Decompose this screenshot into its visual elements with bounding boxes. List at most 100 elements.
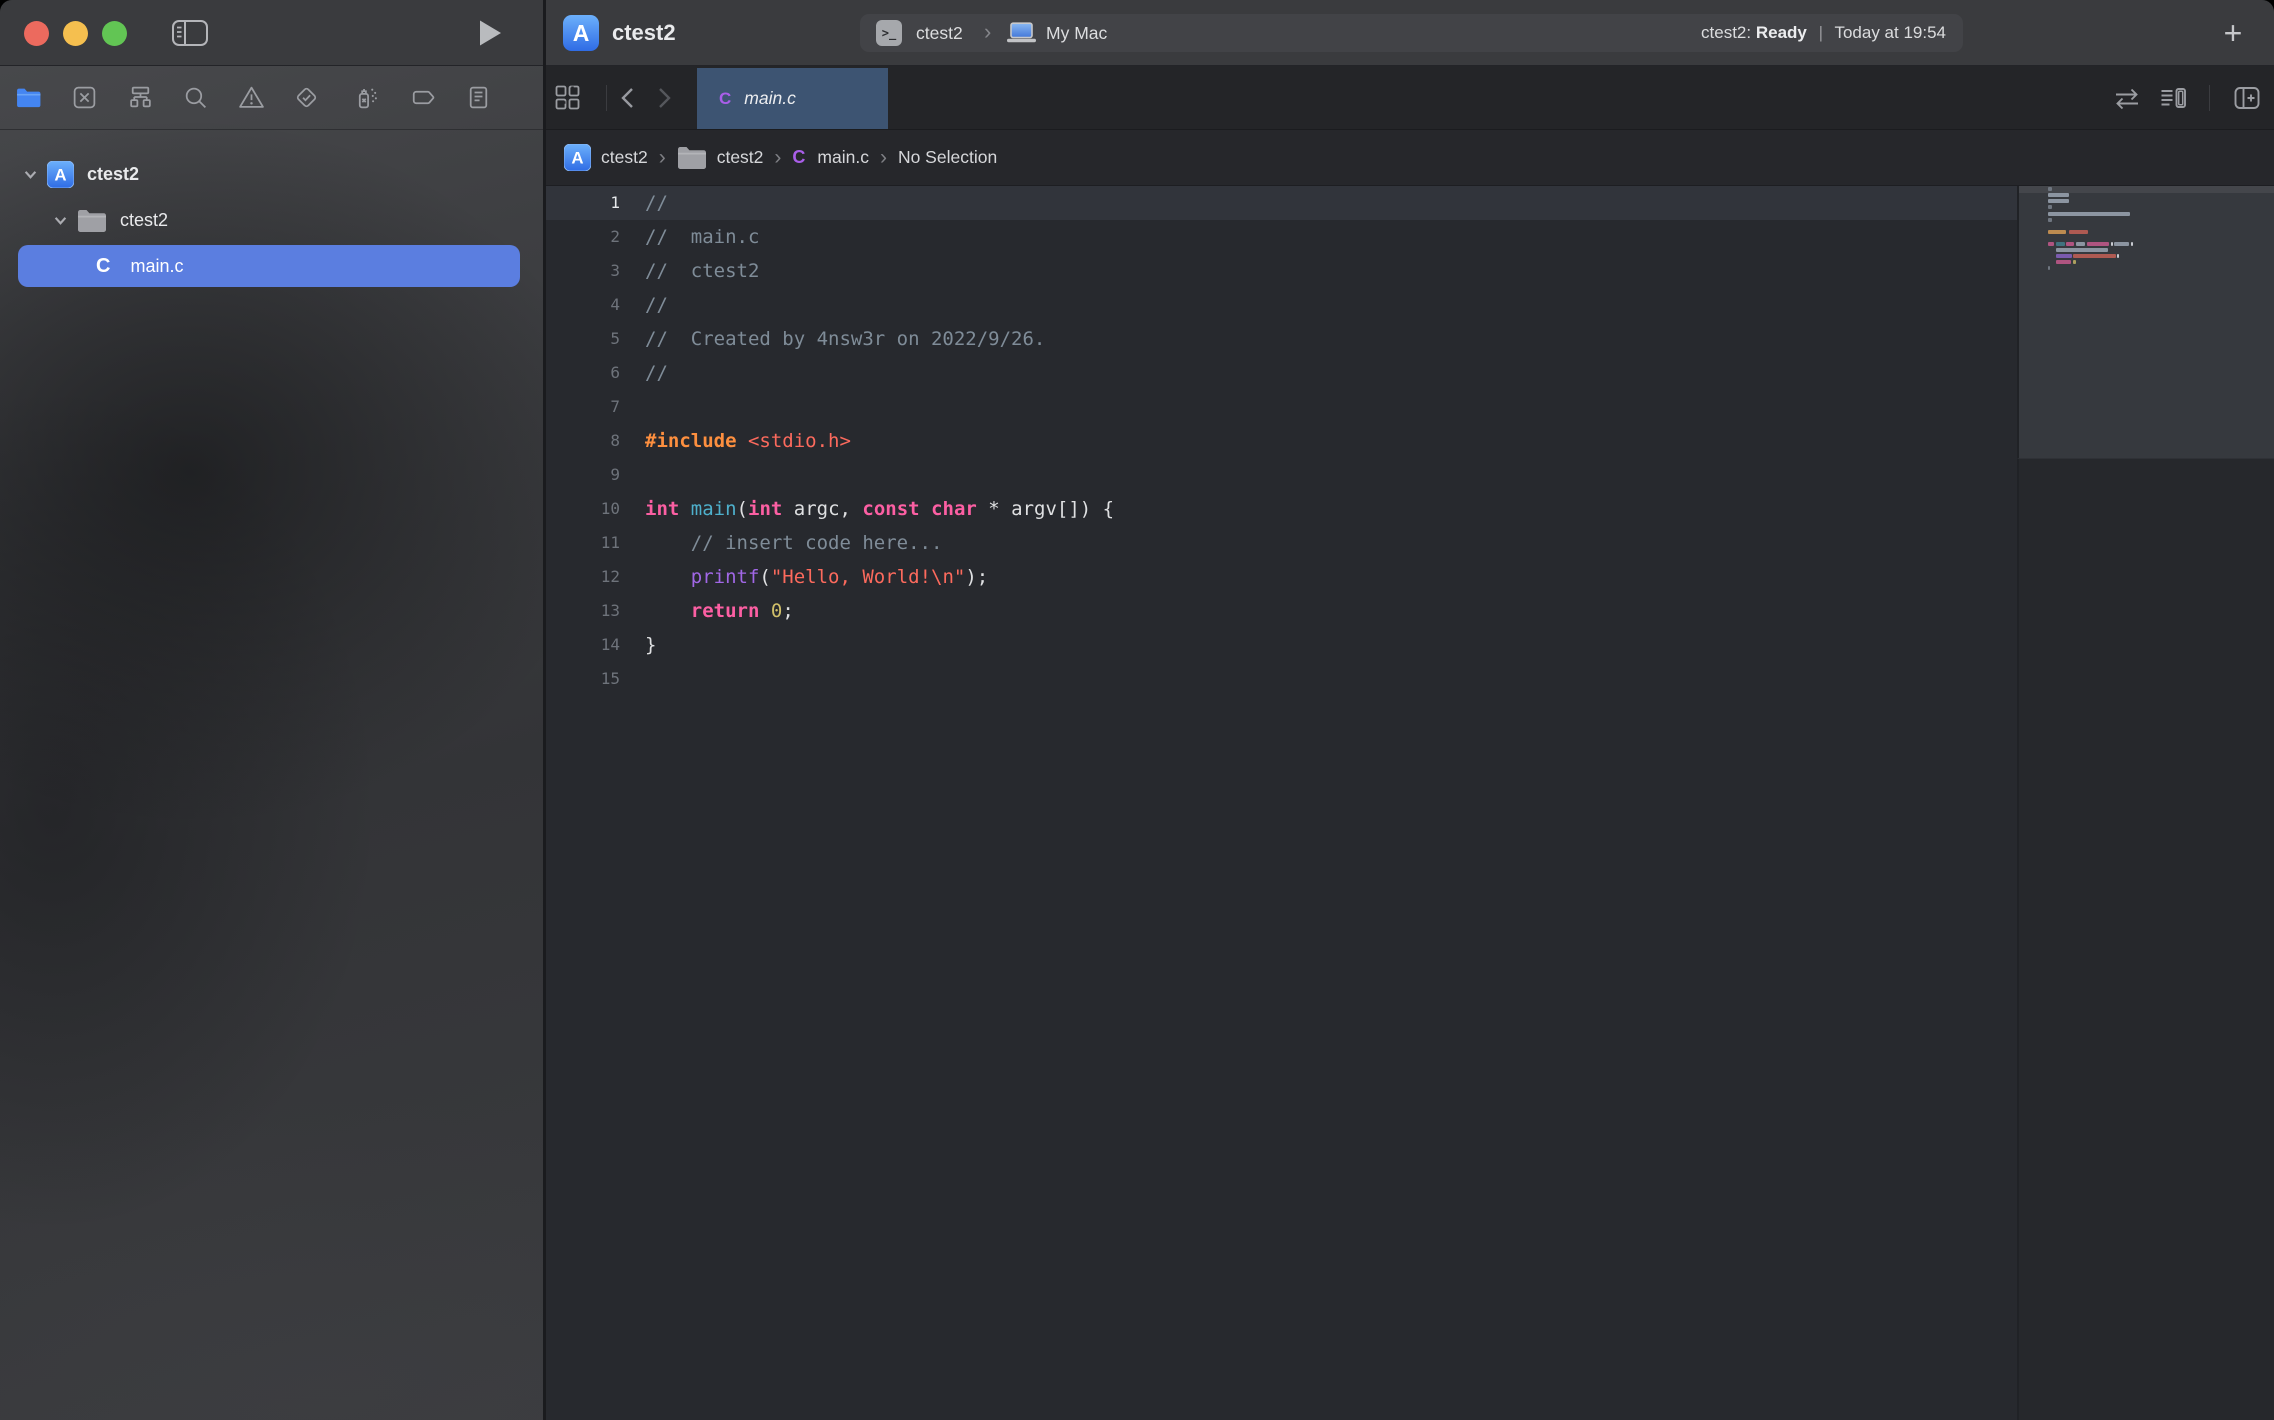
token-comment: // Created by 4nsw3r on 2022/9/26.: [645, 328, 1045, 350]
minimap-bar: [2056, 248, 2108, 252]
token-keyword: return: [691, 600, 760, 622]
token-plain: (: [759, 566, 770, 588]
code-line-4[interactable]: //: [645, 288, 1114, 322]
minimap-bar: [2117, 254, 2119, 258]
code-line-11[interactable]: // insert code here...: [645, 526, 1114, 560]
svg-text:A: A: [571, 148, 583, 167]
line-number: 8: [546, 424, 628, 458]
navigator-item-main-c[interactable]: Cmain.c: [0, 243, 543, 289]
xcode-project-icon: A: [564, 144, 591, 171]
chevron-separator-icon: ›: [659, 146, 666, 170]
disclosure-chevron-icon[interactable]: [54, 214, 67, 227]
tab-main-c[interactable]: C main.c: [697, 68, 888, 129]
find-navigator-button[interactable]: [174, 66, 216, 129]
line-number: 5: [546, 322, 628, 356]
svg-text:A: A: [54, 165, 66, 184]
jumpbar-item-ctest2[interactable]: ctest2: [677, 146, 764, 169]
code-line-12[interactable]: printf("Hello, World!\n");: [645, 560, 1114, 594]
token-comment: //: [645, 362, 668, 384]
line-number: 1: [546, 186, 628, 220]
report-navigator-button[interactable]: [457, 66, 499, 129]
code-line-1[interactable]: //: [645, 186, 1114, 220]
navigator-item-ctest2[interactable]: Actest2: [0, 151, 543, 197]
minimap-bar: [2131, 242, 2133, 246]
c-file-icon: C: [719, 89, 731, 109]
source-control-navigator-button[interactable]: [63, 66, 105, 129]
line-number: 7: [546, 390, 628, 424]
run-button[interactable]: [476, 19, 504, 47]
forward-button[interactable]: [644, 66, 686, 129]
back-button[interactable]: [606, 66, 648, 129]
separator: [2209, 85, 2210, 111]
minimap-bar: [2111, 242, 2113, 246]
jumpbar-item-no-selection[interactable]: No Selection: [898, 147, 997, 168]
close-button[interactable]: [24, 21, 49, 46]
sidebar-toggle-icon: [171, 18, 209, 48]
breakpoint-navigator-button[interactable]: [402, 66, 444, 129]
code-line-2[interactable]: // main.c: [645, 220, 1114, 254]
scheme-terminal-icon[interactable]: >_: [876, 20, 902, 46]
source-editor[interactable]: 123456789101112131415 //// main.c// ctes…: [546, 186, 2274, 1420]
status-time: Today at 19:54: [1834, 23, 1946, 42]
token-comment: // insert code here...: [645, 532, 942, 554]
token-plain: * argv[]) {: [977, 498, 1114, 520]
jumpbar-item-main-c[interactable]: Cmain.c: [792, 147, 869, 168]
project-app-icon: A: [563, 15, 599, 51]
code-line-13[interactable]: return 0;: [645, 594, 1114, 628]
test-navigator-button[interactable]: [285, 66, 327, 129]
token-plain: [679, 498, 690, 520]
symbol-navigator-button[interactable]: [119, 66, 161, 129]
zoom-button[interactable]: [102, 21, 127, 46]
code-line-5[interactable]: // Created by 4nsw3r on 2022/9/26.: [645, 322, 1114, 356]
token-preproc: #include: [645, 430, 737, 452]
minimap-bar: [2048, 212, 2130, 216]
minimap-bar: [2066, 242, 2074, 246]
chevron-separator-icon: ›: [880, 146, 887, 170]
minimap-bar: [2056, 242, 2065, 246]
issue-navigator-button[interactable]: [230, 66, 272, 129]
minimize-button[interactable]: [63, 21, 88, 46]
token-comment: // main.c: [645, 226, 759, 248]
token-plain: (: [737, 498, 748, 520]
token-plain: [737, 430, 748, 452]
line-number: 4: [546, 288, 628, 322]
run-destination-selector[interactable]: My Mac: [1046, 14, 1107, 52]
editor-options-button[interactable]: [2152, 66, 2194, 129]
item-label: ctest2: [87, 164, 139, 185]
code-line-10[interactable]: int main(int argc, const char * argv[]) …: [645, 492, 1114, 526]
token-func: main: [691, 498, 737, 520]
token-keyword: char: [931, 498, 977, 520]
debug-navigator-button[interactable]: [344, 66, 386, 129]
related-items-button[interactable]: [546, 66, 588, 129]
activity-viewer: >_ ctest2 › My Mac ctest2: Ready | Today…: [860, 14, 1963, 52]
toggle-navigator-button[interactable]: [168, 17, 212, 49]
folder-icon: [677, 146, 707, 169]
code-line-6[interactable]: //: [645, 356, 1114, 390]
navigator-item-ctest2[interactable]: ctest2: [0, 197, 543, 243]
code-line-15[interactable]: [645, 662, 1114, 696]
token-plain: [645, 600, 691, 622]
jumpbar-item-ctest2[interactable]: Actest2: [564, 144, 648, 171]
library-add-button[interactable]: +: [2214, 15, 2252, 51]
code-review-button[interactable]: [2106, 66, 2148, 129]
project-navigator-button[interactable]: [8, 66, 50, 129]
selection-highlight: [18, 245, 520, 287]
code-line-9[interactable]: [645, 458, 1114, 492]
code-line-7[interactable]: [645, 390, 1114, 424]
xcode-project-icon: A: [47, 161, 74, 188]
token-call: printf: [691, 566, 760, 588]
minimap-bar: [2114, 242, 2129, 246]
token-plain: [759, 600, 770, 622]
navigator-bar: [0, 66, 543, 130]
code-line-3[interactable]: // ctest2: [645, 254, 1114, 288]
code-line-8[interactable]: #include <stdio.h>: [645, 424, 1114, 458]
code-line-14[interactable]: }: [645, 628, 1114, 662]
c-file-icon: C: [792, 147, 805, 168]
minimap[interactable]: [2017, 186, 2274, 458]
minimap-bar: [2069, 230, 2088, 234]
minimap-bar: [2048, 266, 2050, 270]
add-editor-button[interactable]: [2226, 66, 2268, 129]
activity-status: ctest2: Ready | Today at 19:54: [1701, 14, 1946, 52]
scheme-selector[interactable]: ctest2: [916, 14, 963, 52]
disclosure-chevron-icon[interactable]: [24, 168, 37, 181]
